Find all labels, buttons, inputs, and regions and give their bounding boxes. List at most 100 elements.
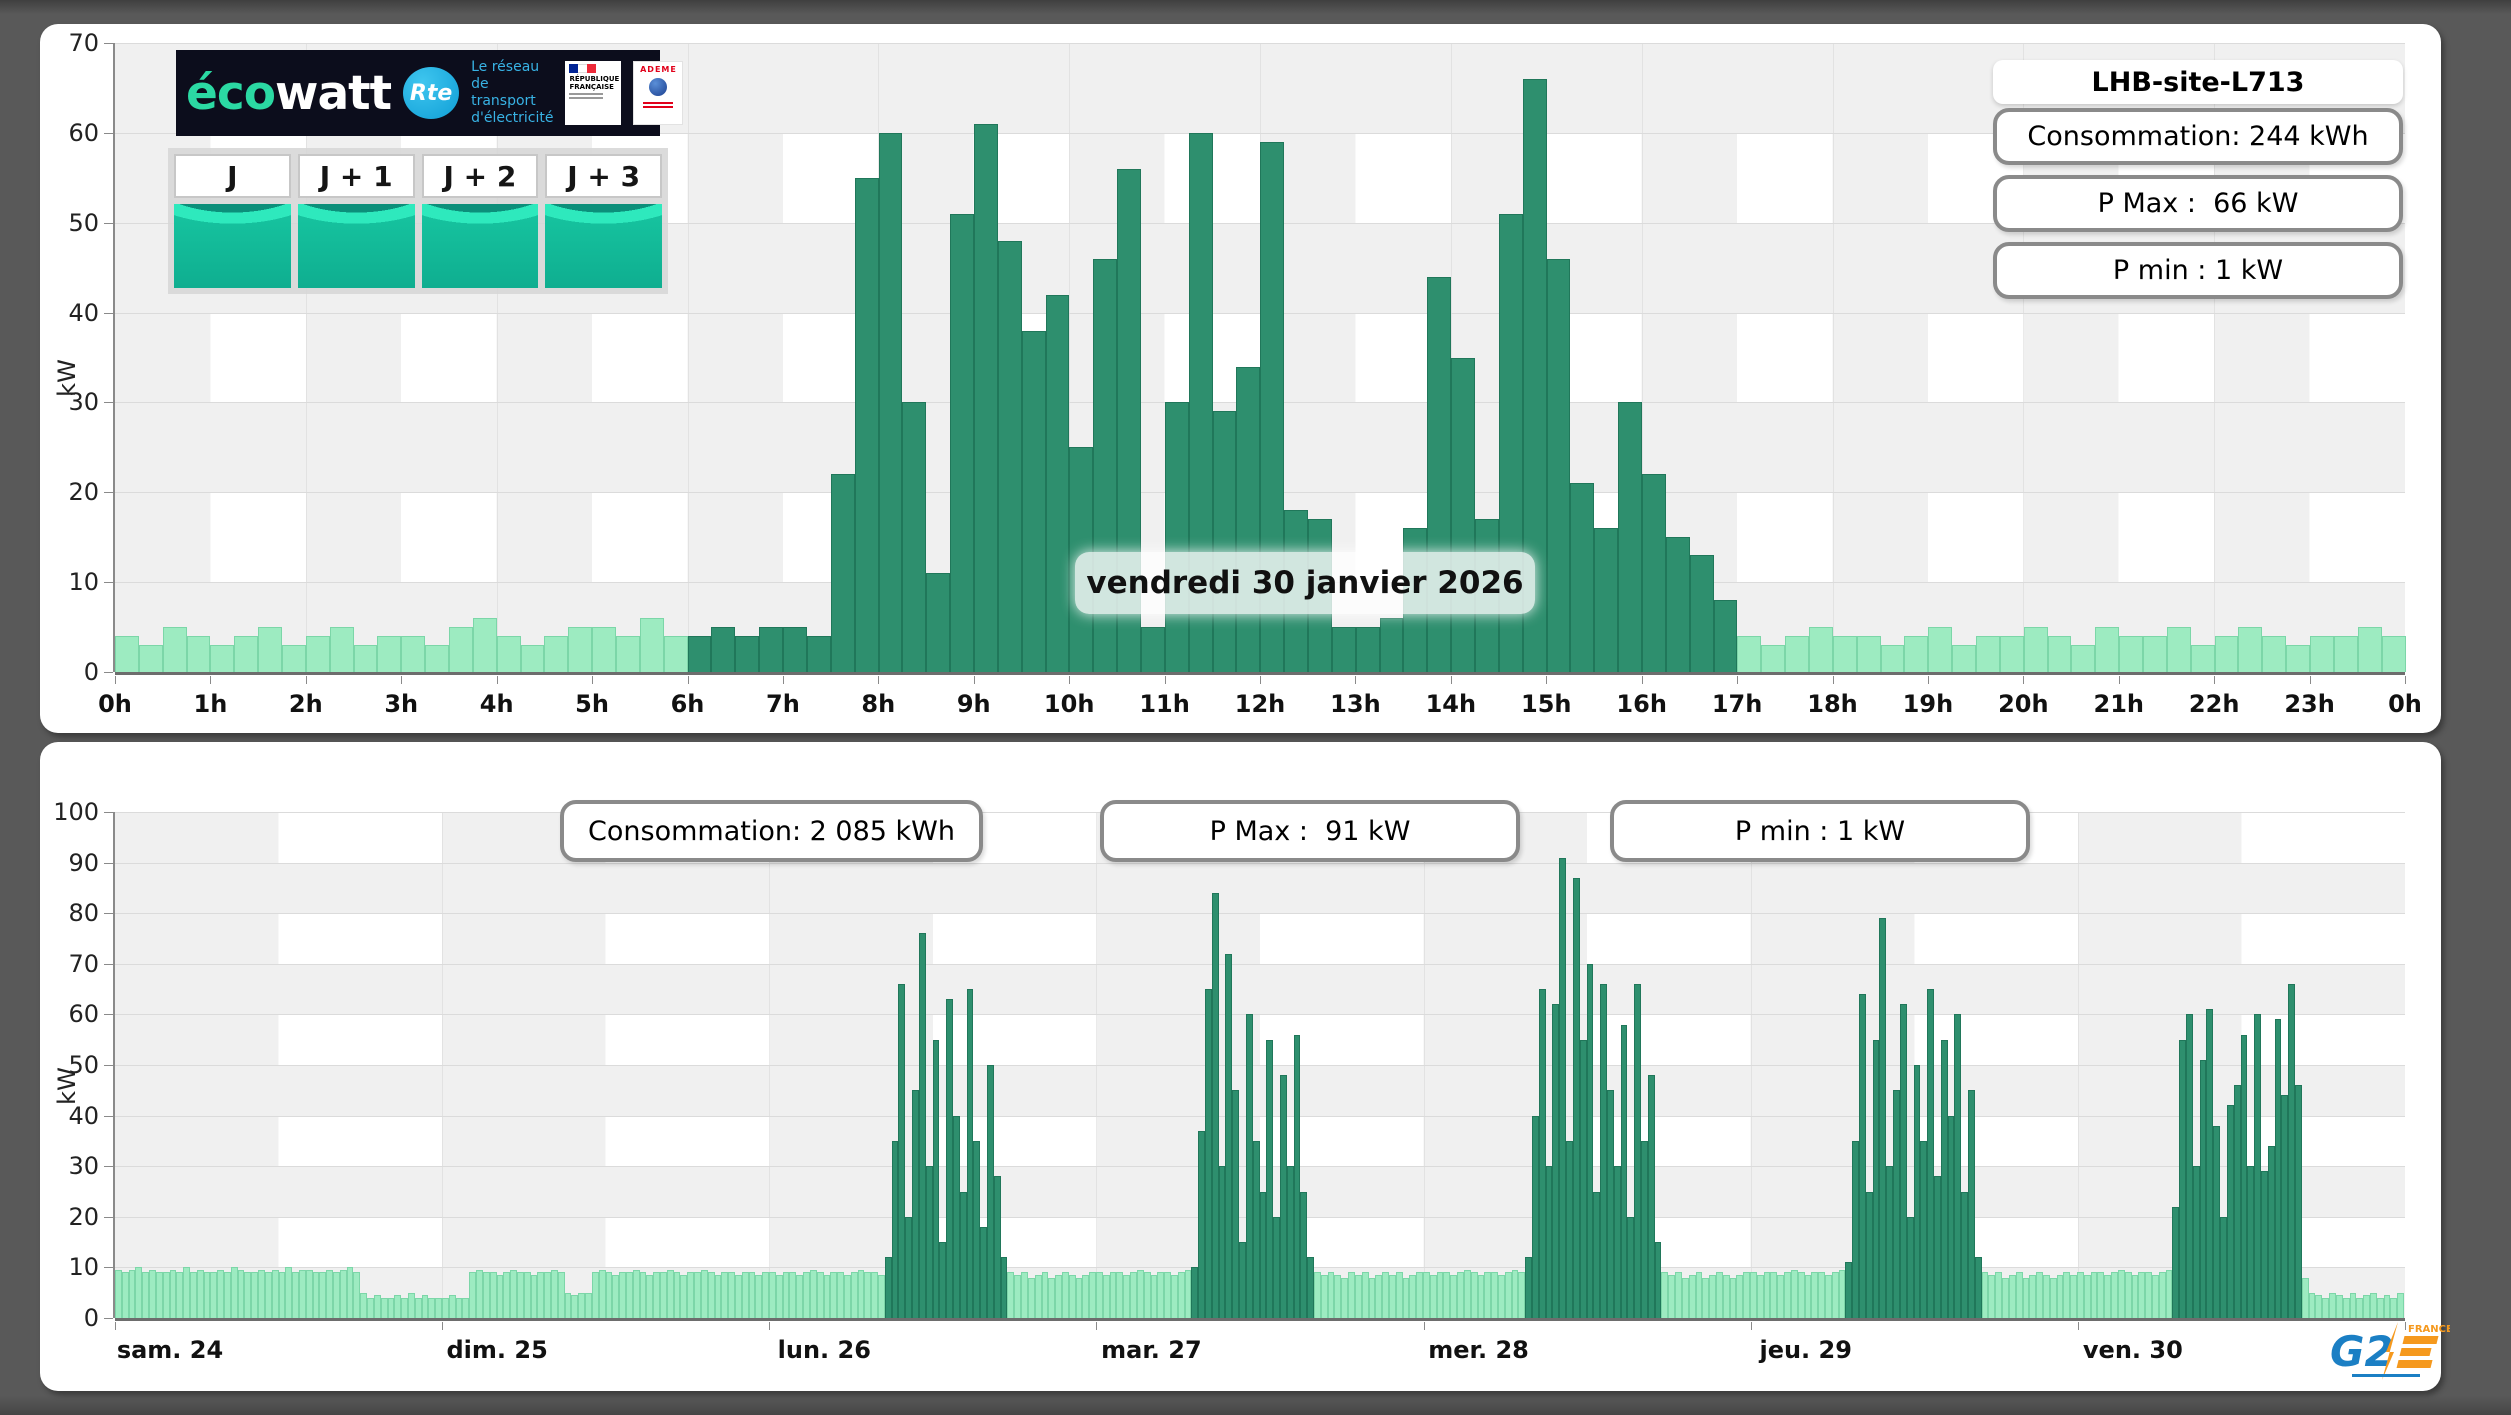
bar — [993, 1176, 1001, 1318]
x-axis-tick — [210, 676, 212, 684]
bar — [496, 1275, 504, 1318]
bar — [2070, 1275, 2077, 1318]
x-tick-label: 5h — [575, 690, 609, 718]
bar — [932, 1039, 940, 1318]
bar — [837, 1272, 844, 1318]
y-axis-tick — [104, 1318, 113, 1319]
bar — [1266, 1039, 1274, 1318]
bar — [806, 636, 831, 672]
bar — [2397, 1292, 2404, 1318]
bar — [1402, 1277, 1410, 1318]
y-tick-label: 40 — [68, 1101, 99, 1130]
bar — [401, 1297, 408, 1318]
ecowatt-logo-eco: éco — [186, 65, 276, 121]
x-tick-label: 17h — [1711, 690, 1763, 718]
bars-container — [115, 812, 2405, 1318]
bar — [162, 627, 187, 672]
y-axis-line — [113, 812, 115, 1318]
bar — [1014, 1275, 1022, 1318]
bar — [850, 1272, 858, 1318]
bar — [2274, 1019, 2282, 1318]
bar — [1681, 1277, 1689, 1318]
y-axis-tick — [104, 582, 113, 584]
bar — [482, 1272, 490, 1318]
bar — [735, 636, 760, 672]
bar — [687, 1272, 695, 1318]
bar — [544, 636, 569, 672]
bar — [2214, 636, 2239, 672]
bar — [918, 933, 926, 1318]
bar — [1913, 1065, 1921, 1318]
bar — [282, 645, 306, 672]
bar — [2206, 1009, 2214, 1318]
y-axis-tick — [104, 1065, 113, 1066]
bar — [700, 1269, 708, 1318]
bar — [1388, 1275, 1396, 1318]
bar — [1450, 1275, 1458, 1318]
bar — [1150, 1275, 1158, 1318]
forecast-signal-green-icon — [174, 204, 291, 288]
forecast-tile-label: J + 3 — [545, 154, 662, 198]
bar — [687, 636, 712, 672]
bar — [1879, 918, 1887, 1318]
x-axis-tick — [1096, 1322, 1098, 1330]
x-axis-tick — [401, 676, 403, 684]
weekly-y-axis-unit: kW — [52, 1067, 81, 1105]
bar — [2213, 1125, 2221, 1318]
bar — [1089, 1272, 1096, 1318]
bar — [2049, 1277, 2057, 1318]
x-tick-label: 1h — [193, 690, 228, 718]
y-tick-label: 50 — [68, 208, 99, 237]
bar — [568, 627, 593, 672]
bar — [428, 1297, 436, 1318]
bar — [217, 1269, 224, 1318]
x-tick-label: 19h — [1902, 690, 1954, 718]
y-tick-label: 0 — [83, 658, 99, 686]
x-tick-label: 23h — [2284, 690, 2335, 718]
bar — [854, 177, 879, 672]
bar — [435, 1297, 442, 1318]
bar — [639, 618, 664, 672]
bar — [1981, 1272, 1989, 1318]
bar — [421, 1295, 429, 1318]
bar — [1824, 1275, 1832, 1318]
bar — [523, 1272, 531, 1318]
bar — [414, 1297, 422, 1318]
bar — [734, 1275, 742, 1318]
bar — [237, 1269, 245, 1318]
bar — [2179, 1039, 2186, 1318]
bar — [1484, 1272, 1492, 1318]
bar — [925, 1166, 933, 1318]
bar — [1845, 1262, 1853, 1318]
x-tick-label: 14h — [1425, 690, 1477, 718]
bar — [387, 1297, 395, 1318]
bar — [149, 1269, 156, 1318]
bar — [2335, 1295, 2343, 1318]
ademe-line — [643, 102, 674, 104]
bar — [2376, 1297, 2384, 1318]
bar — [950, 213, 974, 672]
bar — [660, 1272, 667, 1318]
ecowatt-forecast-tiles: J J + 1 J + 2 J + 3 — [168, 148, 668, 294]
bar — [1838, 1269, 1846, 1318]
bar — [987, 1065, 994, 1318]
bar — [203, 1272, 211, 1318]
bar — [707, 1272, 715, 1318]
x-axis-tick — [1450, 676, 1452, 684]
bar — [2104, 1275, 2112, 1318]
forecast-tile-j1: J + 1 — [297, 154, 415, 288]
bar — [1634, 984, 1641, 1318]
bar — [339, 1269, 347, 1318]
bar — [503, 1272, 511, 1318]
x-tick-label: 16h — [1616, 690, 1667, 718]
bar — [809, 1269, 817, 1318]
bar — [1252, 1140, 1260, 1318]
bar — [632, 1269, 640, 1318]
bar — [210, 1272, 218, 1318]
bar — [305, 1269, 313, 1318]
bar — [1579, 1039, 1587, 1318]
daily-pmax-stat: P Max : 66 kW — [1993, 175, 2403, 232]
bar — [1920, 1140, 1928, 1318]
bar — [1606, 1090, 1614, 1318]
bar — [2342, 1297, 2350, 1318]
